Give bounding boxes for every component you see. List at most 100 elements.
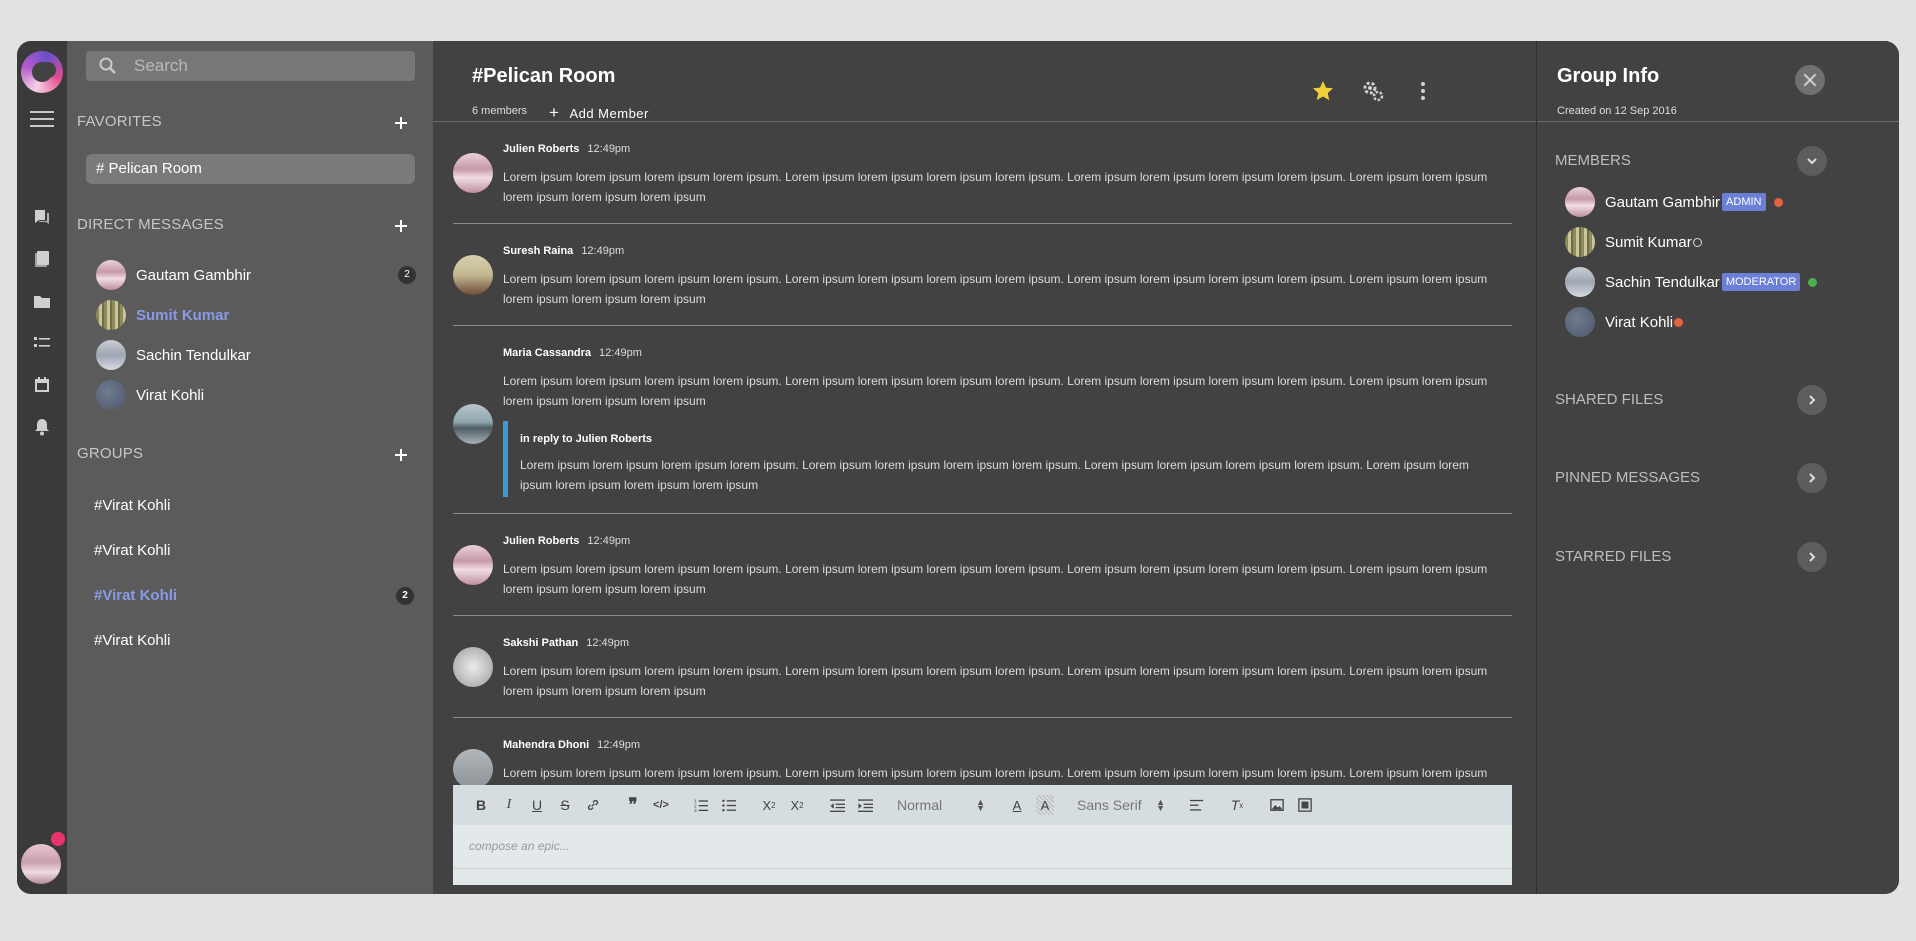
- sidebar: FAVORITES # Pelican Room DIRECT MESSAGES…: [67, 41, 433, 894]
- group-item[interactable]: #Virat Kohli: [94, 539, 414, 563]
- current-user-avatar[interactable]: [21, 844, 61, 884]
- chevron-right-icon[interactable]: [1797, 463, 1827, 493]
- clear-formatting-icon[interactable]: Tx: [1223, 795, 1251, 815]
- font-family-value: Sans Serif: [1077, 797, 1142, 813]
- text-size-value: Normal: [897, 797, 943, 813]
- pinned-messages-heading: PINNED MESSAGES: [1555, 469, 1701, 486]
- indent-icon[interactable]: [851, 795, 879, 815]
- unread-count-badge: 2: [398, 266, 416, 284]
- avatar[interactable]: [453, 545, 493, 585]
- created-date: Created on 12 Sep 2016: [1557, 105, 1677, 117]
- star-icon[interactable]: [1311, 79, 1335, 103]
- member-item-sumit-kumar[interactable]: Sumit Kumar: [1565, 227, 1702, 257]
- link-icon[interactable]: [579, 795, 607, 815]
- member-item-sachin-tendulkar[interactable]: Sachin Tendulkar MODERATOR: [1565, 267, 1818, 297]
- more-options-icon[interactable]: [1411, 79, 1435, 103]
- starred-files-heading: STARRED FILES: [1555, 548, 1672, 565]
- select-arrows-icon: ▲ ▼: [976, 797, 985, 813]
- folder-icon[interactable]: [32, 291, 52, 311]
- search-box[interactable]: [86, 51, 415, 81]
- image-icon[interactable]: [1263, 795, 1291, 815]
- task-list-icon[interactable]: [32, 333, 52, 353]
- text-color-icon[interactable]: A: [1003, 795, 1031, 815]
- bullet-list-icon[interactable]: [715, 795, 743, 815]
- font-family-select[interactable]: Sans Serif ▲ ▼: [1071, 797, 1171, 813]
- add-favorite-button[interactable]: [393, 115, 409, 131]
- group-info-title: Group Info: [1557, 65, 1660, 87]
- avatar[interactable]: [453, 404, 493, 444]
- avatar: [96, 300, 126, 330]
- favorite-item-pelican-room[interactable]: # Pelican Room: [86, 154, 415, 184]
- role-badge-admin: ADMIN: [1722, 193, 1766, 211]
- avatar[interactable]: [453, 749, 493, 789]
- dm-name: Sachin Tendulkar: [136, 346, 251, 364]
- compose-input[interactable]: compose an epic...: [453, 825, 1512, 869]
- chat-icon[interactable]: [32, 207, 52, 227]
- group-item[interactable]: #Virat Kohli: [94, 494, 414, 518]
- outdent-icon[interactable]: [823, 795, 851, 815]
- video-icon[interactable]: [1291, 795, 1319, 815]
- chat-panel: #Pelican Room 6 members + Add Member Jul…: [433, 41, 1537, 894]
- dm-item-sumit-kumar[interactable]: Sumit Kumar: [96, 299, 416, 331]
- message-time: 12:49pm: [587, 535, 631, 547]
- room-title: #Pelican Room: [472, 65, 616, 87]
- chevron-right-icon[interactable]: [1797, 542, 1827, 572]
- message-author[interactable]: Mahendra Dhoni: [503, 739, 589, 751]
- member-item-virat-kohli[interactable]: Virat Kohli: [1565, 307, 1684, 337]
- superscript-icon[interactable]: X2: [783, 795, 811, 815]
- blockquote-icon[interactable]: ❞: [619, 795, 647, 815]
- settings-gears-icon[interactable]: [1361, 79, 1385, 103]
- close-icon[interactable]: [1795, 65, 1825, 95]
- contacts-icon[interactable]: [32, 249, 52, 269]
- message-item: Suresh Raina 12:49pm Lorem ipsum lorem ip…: [453, 224, 1512, 326]
- avatar[interactable]: [453, 153, 493, 193]
- subscript-icon[interactable]: X2: [755, 795, 783, 815]
- dm-item-virat-kohli[interactable]: Virat Kohli: [96, 379, 416, 411]
- dm-name: Gautam Gambhir: [136, 266, 252, 284]
- message-author[interactable]: Suresh Raina: [503, 245, 573, 257]
- bold-icon[interactable]: B: [467, 795, 495, 815]
- chevron-down-icon[interactable]: [1797, 146, 1827, 176]
- message-text: Lorem ipsum lorem ipsum lorem ipsum lore…: [503, 562, 1488, 596]
- role-badge-moderator: MODERATOR: [1721, 273, 1801, 291]
- italic-icon[interactable]: I: [495, 795, 523, 815]
- member-item-gautam-gambhir[interactable]: Gautam Gambhir ADMIN: [1565, 187, 1783, 217]
- add-group-button[interactable]: [393, 447, 409, 463]
- chevron-right-icon[interactable]: [1797, 385, 1827, 415]
- strikethrough-icon[interactable]: S: [551, 795, 579, 815]
- message-list[interactable]: Julien Roberts 12:49pm Lorem ipsum lorem …: [453, 122, 1512, 826]
- editor-toolbar: B I U S ❞ </> 123 X2 X2 Normal ▲ ▼ A A S…: [453, 785, 1512, 825]
- code-block-icon[interactable]: </>: [647, 795, 675, 815]
- calendar-icon[interactable]: [32, 375, 52, 395]
- group-item[interactable]: #Virat Kohli: [94, 629, 414, 653]
- groups-heading: GROUPS: [77, 445, 144, 462]
- reply-quote[interactable]: in reply to Julien Roberts Lorem ipsum l…: [503, 421, 1494, 497]
- message-text: Lorem ipsum lorem ipsum lorem ipsum lore…: [503, 272, 1488, 306]
- search-input[interactable]: [134, 56, 394, 76]
- message-author[interactable]: Maria Cassandra: [503, 347, 591, 359]
- notifications-bell-icon[interactable]: [32, 417, 52, 437]
- group-item[interactable]: #Virat Kohli 2: [94, 584, 414, 608]
- dm-item-gautam-gambhir[interactable]: Gautam Gambhir 2: [96, 259, 416, 291]
- add-direct-message-button[interactable]: [393, 218, 409, 234]
- add-member-button[interactable]: + Add Member: [549, 103, 649, 123]
- background-color-icon[interactable]: A: [1036, 795, 1054, 815]
- status-online-indicator: [1808, 277, 1818, 287]
- reply-text: Lorem ipsum lorem ipsum lorem ipsum lore…: [520, 458, 1469, 492]
- avatar[interactable]: [453, 647, 493, 687]
- align-icon[interactable]: [1183, 795, 1211, 815]
- text-size-select[interactable]: Normal ▲ ▼: [891, 797, 991, 813]
- avatar[interactable]: [453, 255, 493, 295]
- message-author[interactable]: Julien Roberts: [503, 535, 579, 547]
- ordered-list-icon[interactable]: 123: [687, 795, 715, 815]
- dm-item-sachin-tendulkar[interactable]: Sachin Tendulkar: [96, 339, 416, 371]
- message-author[interactable]: Sakshi Pathan: [503, 637, 578, 649]
- avatar: [1565, 227, 1595, 257]
- message-author[interactable]: Julien Roberts: [503, 143, 579, 155]
- icon-rail: [17, 41, 67, 894]
- group-info-panel: Group Info Created on 12 Sep 2016 MEMBER…: [1537, 41, 1899, 894]
- dm-name: Sumit Kumar: [136, 306, 230, 324]
- hamburger-menu-icon[interactable]: [30, 111, 54, 129]
- member-name: Virat Kohli: [1605, 313, 1674, 331]
- underline-icon[interactable]: U: [523, 795, 551, 815]
